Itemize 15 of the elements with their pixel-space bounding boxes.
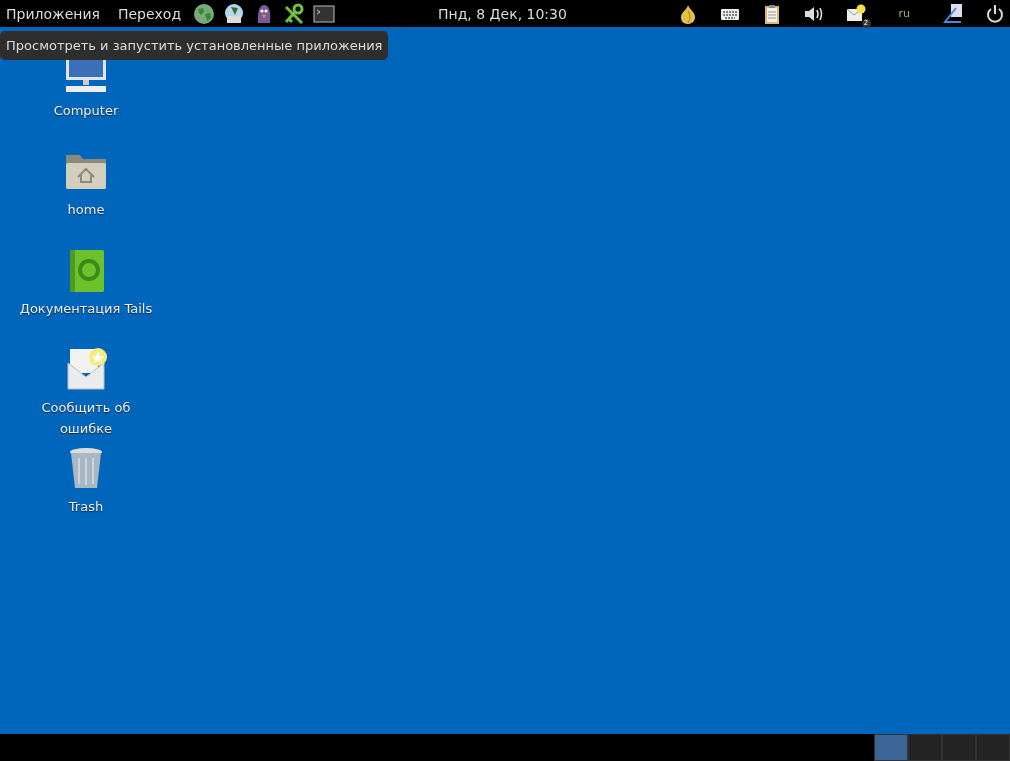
icon-label[interactable]: Computer bbox=[53, 100, 119, 121]
icon-label[interactable]: home bbox=[67, 199, 105, 220]
globe-icon[interactable] bbox=[193, 2, 216, 25]
pen-icon[interactable] bbox=[942, 2, 964, 25]
panel-menu[interactable]: Приложения bbox=[0, 5, 104, 22]
panel-menu[interactable]: Переход bbox=[111, 5, 186, 22]
icon-label[interactable]: Сообщить об ошибке bbox=[41, 397, 131, 439]
power-icon[interactable] bbox=[984, 2, 1006, 25]
tooltip: Просмотреть и запустить установленные приложения bbox=[0, 31, 389, 60]
icon-label[interactable]: Документация Tails bbox=[19, 298, 153, 319]
icon-label[interactable]: Trash bbox=[68, 496, 104, 517]
clock[interactable]: Пнд, 8 Дек, 10:30 bbox=[438, 5, 567, 22]
keyboard-layout[interactable]: ru bbox=[886, 7, 922, 20]
terminal-icon[interactable] bbox=[313, 2, 336, 25]
key-icon[interactable] bbox=[283, 2, 306, 25]
